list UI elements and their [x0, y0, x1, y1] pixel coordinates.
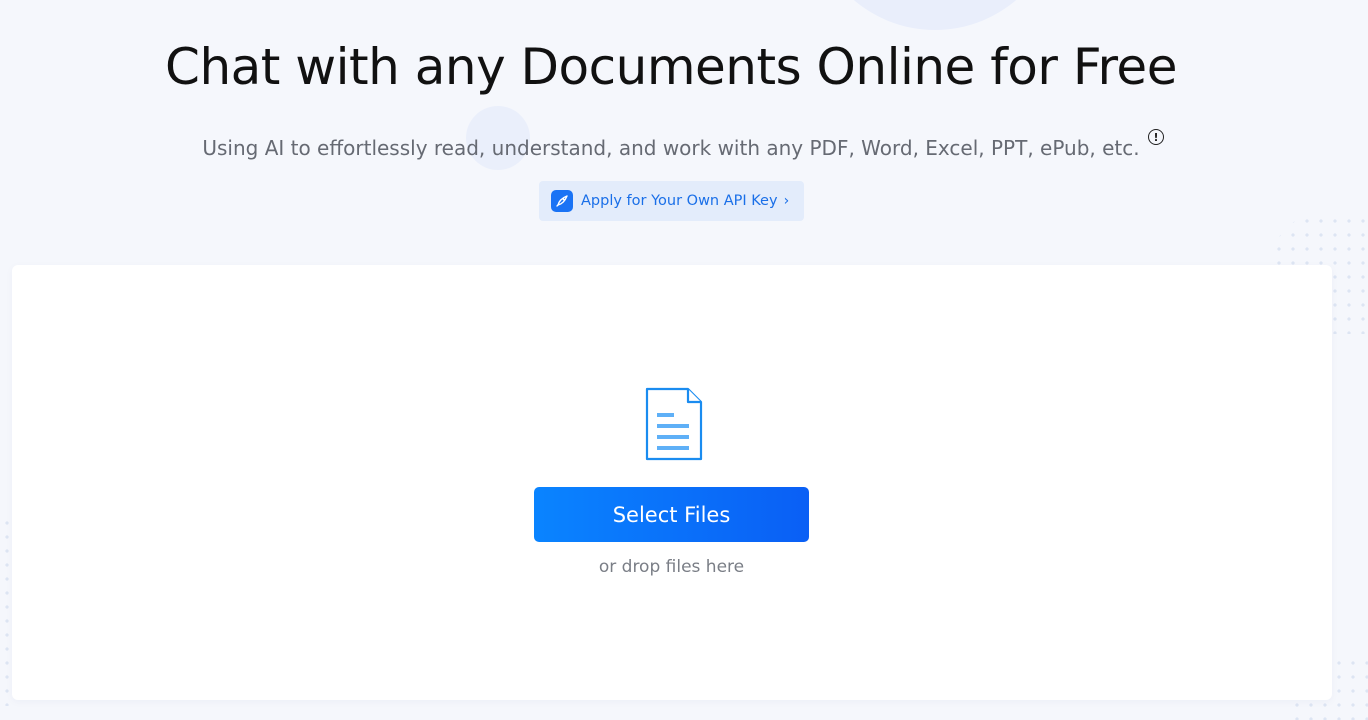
- info-icon[interactable]: !: [1148, 129, 1164, 145]
- document-icon: [645, 387, 703, 461]
- apply-api-key-label: Apply for Your Own API Key: [581, 193, 778, 209]
- rocket-icon: [551, 190, 573, 212]
- chevron-right-icon: ›: [783, 193, 790, 209]
- page-subtitle: Using AI to effortlessly read, understan…: [202, 136, 1140, 160]
- select-files-button[interactable]: Select Files: [534, 487, 809, 542]
- background-shape: [810, 0, 1060, 30]
- upload-dropzone[interactable]: [12, 265, 1332, 700]
- page-title: Chat with any Documents Online for Free: [165, 38, 1177, 96]
- drop-files-hint: or drop files here: [598, 557, 745, 577]
- apply-api-key-button[interactable]: Apply for Your Own API Key ›: [539, 181, 804, 221]
